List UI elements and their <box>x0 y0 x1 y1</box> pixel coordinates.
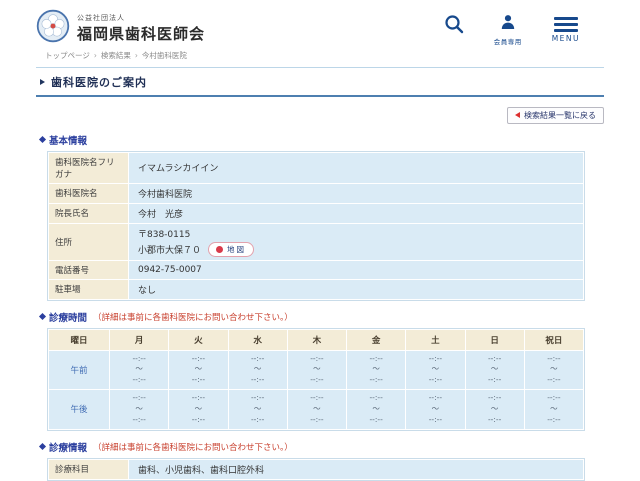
hours-cell: --:--～--:-- <box>169 390 228 430</box>
basic-info-heading: 基本情報 <box>40 133 604 147</box>
row-label: 歯科医院名 <box>49 183 129 203</box>
back-arrow-icon <box>515 112 520 118</box>
address-text: 小郡市大保７０ <box>138 243 201 256</box>
hours-table: 曜日月火水木金土日祝日 午前--:--～--:----:--～--:----:-… <box>47 328 585 431</box>
breadcrumb-separator: › <box>135 51 138 60</box>
hours-row: 午後--:--～--:----:--～--:----:--～--:----:--… <box>49 390 584 430</box>
parking-value: なし <box>129 279 584 299</box>
page-title-bar: 歯科医院のご案内 <box>36 67 604 97</box>
site-logo-link[interactable]: 公益社団法人 福岡県歯科医師会 <box>36 9 205 47</box>
hours-cell: --:--～--:-- <box>287 390 346 430</box>
map-button[interactable]: 地図 <box>208 242 254 257</box>
hamburger-icon <box>554 14 578 32</box>
row-label: 院長氏名 <box>49 203 129 223</box>
basic-info-table: 歯科医院名フリガナ イマムラシカイイン 歯科医院名 今村歯科医院 院長氏名 今村… <box>47 151 585 301</box>
breadcrumb: トップページ › 検索結果 › 今村歯科医院 <box>45 50 604 61</box>
diamond-bullet-icon <box>39 136 46 143</box>
hours-cell: --:--～--:-- <box>110 390 169 430</box>
menu-label: MENU <box>552 34 580 43</box>
hours-col-header: 火 <box>169 329 228 350</box>
breadcrumb-results-link[interactable]: 検索結果 <box>101 51 131 60</box>
hours-col-header: 金 <box>347 329 406 350</box>
breadcrumb-home-link[interactable]: トップページ <box>45 51 90 60</box>
site-header: 公益社団法人 福岡県歯科医師会 会員専用 MENU <box>0 0 640 47</box>
treatment-info-heading: 診療情報 （詳細は事前に各歯科医院にお問い合わせ下さい。） <box>40 440 604 454</box>
hours-col-header: 祝日 <box>524 329 583 350</box>
hours-row-label: 午後 <box>49 390 110 430</box>
hours-col-header: 月 <box>110 329 169 350</box>
treatment-info-heading-label: 診療情報 <box>49 440 87 454</box>
title-bullet-icon <box>40 79 45 85</box>
hours-col-day: 曜日 <box>49 329 110 350</box>
member-area-button[interactable]: 会員専用 <box>494 14 522 46</box>
hours-col-header: 木 <box>287 329 346 350</box>
header-actions: 会員専用 MENU <box>444 9 580 47</box>
hours-row-label: 午前 <box>49 350 110 390</box>
hours-col-header: 土 <box>406 329 465 350</box>
table-row: 診療科目 歯科、小児歯科、歯科口腔外科 <box>49 459 584 479</box>
row-label: 診療科目 <box>49 459 129 479</box>
hours-cell: --:--～--:-- <box>228 350 287 390</box>
table-row: 住所 〒838-0115 小郡市大保７０ 地図 <box>49 223 584 260</box>
hours-cell: --:--～--:-- <box>228 390 287 430</box>
hours-cell: --:--～--:-- <box>524 350 583 390</box>
menu-button[interactable]: MENU <box>552 14 580 43</box>
table-row: 歯科医院名 今村歯科医院 <box>49 183 584 203</box>
hours-heading-label: 診療時間 <box>49 310 87 324</box>
hours-cell: --:--～--:-- <box>406 390 465 430</box>
table-row: 電話番号 0942-75-0007 <box>49 260 584 279</box>
hours-cell: --:--～--:-- <box>465 350 524 390</box>
association-logo-icon <box>36 9 70 47</box>
phone-number-value: 0942-75-0007 <box>129 260 584 279</box>
treatment-info-table: 診療科目 歯科、小児歯科、歯科口腔外科 <box>47 458 585 481</box>
clinic-name-value: 今村歯科医院 <box>129 183 584 203</box>
map-marker-icon <box>216 246 223 253</box>
breadcrumb-current: 今村歯科医院 <box>142 51 187 60</box>
row-label: 歯科医院名フリガナ <box>49 152 129 183</box>
hours-body: 午前--:--～--:----:--～--:----:--～--:----:--… <box>49 350 584 429</box>
member-area-label: 会員専用 <box>494 36 522 46</box>
back-button-row: 検索結果一覧に戻る <box>36 103 604 124</box>
departments-value: 歯科、小児歯科、歯科口腔外科 <box>129 459 584 479</box>
hours-cell: --:--～--:-- <box>287 350 346 390</box>
site-title: 福岡県歯科医師会 <box>77 23 205 44</box>
breadcrumb-separator: › <box>94 51 97 60</box>
hours-cell: --:--～--:-- <box>347 350 406 390</box>
row-label: 住所 <box>49 223 129 260</box>
row-label: 電話番号 <box>49 260 129 279</box>
clinic-kana-value: イマムラシカイイン <box>129 152 584 183</box>
hours-header-row: 曜日月火水木金土日祝日 <box>49 329 584 350</box>
hours-cell: --:--～--:-- <box>524 390 583 430</box>
address-value: 〒838-0115 小郡市大保７０ 地図 <box>129 223 584 260</box>
hours-col-header: 日 <box>465 329 524 350</box>
hours-cell: --:--～--:-- <box>465 390 524 430</box>
table-row: 歯科医院名フリガナ イマムラシカイイン <box>49 152 584 183</box>
basic-info-heading-label: 基本情報 <box>49 133 87 147</box>
hours-cell: --:--～--:-- <box>169 350 228 390</box>
page-title: 歯科医院のご案内 <box>51 74 147 90</box>
hours-row: 午前--:--～--:----:--～--:----:--～--:----:--… <box>49 350 584 390</box>
table-row: 院長氏名 今村 光彦 <box>49 203 584 223</box>
row-label: 駐車場 <box>49 279 129 299</box>
table-row: 駐車場 なし <box>49 279 584 299</box>
person-icon <box>500 14 516 34</box>
hours-cell: --:--～--:-- <box>110 350 169 390</box>
diamond-bullet-icon <box>39 313 46 320</box>
hours-cell: --:--～--:-- <box>406 350 465 390</box>
hours-heading: 診療時間 （詳細は事前に各歯科医院にお問い合わせ下さい。） <box>40 310 604 324</box>
back-button-label: 検索結果一覧に戻る <box>524 110 596 121</box>
search-icon <box>444 14 464 40</box>
back-to-results-button[interactable]: 検索結果一覧に戻る <box>507 107 604 124</box>
director-name-value: 今村 光彦 <box>129 203 584 223</box>
hours-cell: --:--～--:-- <box>347 390 406 430</box>
hours-col-header: 水 <box>228 329 287 350</box>
diamond-bullet-icon <box>39 443 46 450</box>
hours-note: （詳細は事前に各歯科医院にお問い合わせ下さい。） <box>93 311 293 323</box>
search-button[interactable] <box>444 14 464 40</box>
postal-code: 〒838-0115 <box>138 227 574 240</box>
map-button-label: 地図 <box>227 244 246 255</box>
org-type-label: 公益社団法人 <box>77 13 205 23</box>
treatment-info-note: （詳細は事前に各歯科医院にお問い合わせ下さい。） <box>93 441 293 453</box>
